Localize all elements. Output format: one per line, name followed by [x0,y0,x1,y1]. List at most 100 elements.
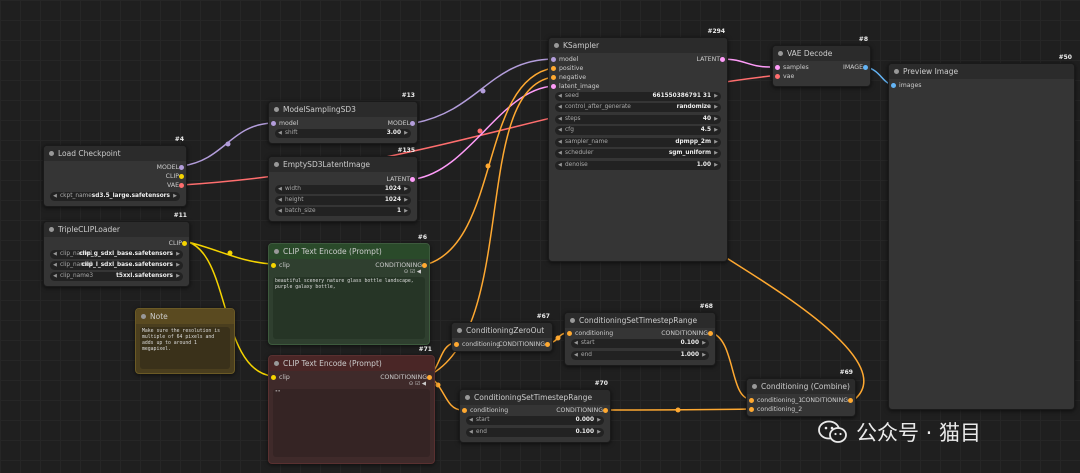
batch-size-widget[interactable]: ◀ batch_size 1 ▶ [275,207,411,216]
output-conditioning[interactable]: CONDITIONING [498,340,550,349]
node-title[interactable]: CLIP Text Encode (Prompt) [269,356,434,371]
denoise-widget[interactable]: ◀ denoise 1.00 ▶ [555,161,721,170]
cfg-widget[interactable]: ◀ cfg 4.5 ▶ [555,126,721,135]
collapse-dot-icon[interactable] [274,249,279,254]
arrow-left-icon[interactable]: ◀ [278,207,282,216]
output-latent[interactable]: LATENT [697,55,725,64]
clip-name1-widget[interactable]: ◀ clip_name1 clip_g_sdxl_base.safetensors ▶ [50,250,183,259]
input-conditioning-1[interactable]: conditioning_1 [749,396,802,405]
arrow-right-icon[interactable]: ▶ [404,207,408,216]
output-pin-icon[interactable] [410,121,415,126]
node-title[interactable]: ConditioningZeroOut [452,323,552,338]
input-pin-icon[interactable] [551,66,556,71]
arrow-right-icon[interactable]: ▶ [714,115,718,124]
arrow-left-icon[interactable]: ◀ [278,196,282,205]
output-model[interactable]: MODEL [157,163,184,172]
prompt-textarea[interactable]: "" [273,389,430,457]
node-clip-text-encode-negative[interactable]: #71 CLIP Text Encode (Prompt) clip CONDI… [268,346,435,464]
input-pin-icon[interactable] [551,75,556,80]
arrow-left-icon[interactable]: ◀ [53,192,57,201]
scheduler-widget[interactable]: ◀ scheduler sgm_uniform ▶ [555,149,721,158]
arrow-left-icon[interactable]: ◀ [278,129,282,138]
sampler-name-widget[interactable]: ◀ sampler_name dpmpp_2m ▶ [555,138,721,147]
output-clip[interactable]: CLIP [166,172,184,181]
input-pin-icon[interactable] [551,84,556,89]
arrow-left-icon[interactable]: ◀ [558,92,562,101]
node-clip-text-encode-positive[interactable]: #6 CLIP Text Encode (Prompt) clip CONDIT… [268,234,430,345]
end-widget[interactable]: ◀ end 1.000 ▶ [571,351,709,360]
arrow-right-icon[interactable]: ▶ [176,272,180,281]
output-pin-icon[interactable] [179,174,184,179]
arrow-left-icon[interactable]: ◀ [53,250,57,259]
output-conditioning[interactable]: CONDITIONING [801,396,853,405]
height-widget[interactable]: ◀ height 1024 ▶ [275,196,411,205]
output-pin-icon[interactable] [863,65,868,70]
node-vae-decode[interactable]: #8 VAE Decode samples vae IMAGE [772,36,871,87]
arrow-right-icon[interactable]: ▶ [404,129,408,138]
output-pin-icon[interactable] [179,183,184,188]
collapse-dot-icon[interactable] [894,69,899,74]
shift-widget[interactable]: ◀ shift 3.00 ▶ [275,129,411,138]
input-model[interactable]: model [271,119,298,128]
node-load-checkpoint[interactable]: #4 Load Checkpoint MODEL CLIP VAE ◀ ckpt_… [43,136,187,207]
arrow-right-icon[interactable]: ▶ [702,339,706,348]
arrow-right-icon[interactable]: ▶ [176,250,180,259]
width-widget[interactable]: ◀ width 1024 ▶ [275,185,411,194]
input-pin-icon[interactable] [749,398,754,403]
input-pin-icon[interactable] [775,74,780,79]
arrow-right-icon[interactable]: ▶ [714,149,718,158]
output-pin-icon[interactable] [427,375,432,380]
node-title[interactable]: EmptySD3LatentImage [269,157,417,172]
node-ksampler[interactable]: #294 KSampler model positive negative la… [548,28,728,262]
arrow-right-icon[interactable]: ▶ [597,428,601,437]
node-title[interactable]: KSampler [549,38,727,53]
node-title[interactable]: Load Checkpoint [44,146,186,161]
arrow-right-icon[interactable]: ▶ [714,126,718,135]
arrow-left-icon[interactable]: ◀ [53,272,57,281]
collapse-dot-icon[interactable] [141,314,146,319]
input-clip[interactable]: clip [271,261,290,270]
arrow-left-icon[interactable]: ◀ [574,339,578,348]
arrow-right-icon[interactable]: ▶ [714,103,718,112]
input-pin-icon[interactable] [271,121,276,126]
input-conditioning[interactable]: conditioning [454,340,500,349]
clip-name3-widget[interactable]: ◀ clip_name3 t5xxl.safetensors ▶ [50,272,183,281]
input-pin-icon[interactable] [567,331,572,336]
arrow-left-icon[interactable]: ◀ [469,416,473,425]
arrow-right-icon[interactable]: ▶ [173,192,177,201]
output-pin-icon[interactable] [422,263,427,268]
input-latent-image[interactable]: latent_image [551,82,599,91]
node-title[interactable]: Conditioning (Combine) [747,379,855,394]
node-empty-sd3-latent[interactable]: #135 EmptySD3LatentImage LATENT ◀ width 10… [268,147,418,222]
node-cond-timestep-range-68[interactable]: #68 ConditioningSetTimestepRange conditi… [564,303,716,366]
collapse-dot-icon[interactable] [274,361,279,366]
arrow-right-icon[interactable]: ▶ [714,161,718,170]
arrow-left-icon[interactable]: ◀ [558,161,562,170]
start-widget[interactable]: ◀ start 0.000 ▶ [466,416,604,425]
input-pin-icon[interactable] [749,407,754,412]
node-title[interactable]: ConditioningSetTimestepRange [565,313,715,328]
input-clip[interactable]: clip [271,373,290,382]
node-title[interactable]: ConditioningSetTimestepRange [460,390,610,405]
input-pin-icon[interactable] [462,408,467,413]
output-model[interactable]: MODEL [388,119,415,128]
prompt-textarea[interactable]: beautiful scenery nature glass bottle la… [273,277,425,339]
collapse-dot-icon[interactable] [465,395,470,400]
input-images[interactable]: images [891,81,922,90]
input-negative[interactable]: negative [551,73,586,82]
output-pin-icon[interactable] [720,57,725,62]
start-widget[interactable]: ◀ start 0.100 ▶ [571,339,709,348]
node-toggle-icons[interactable]: ⊙ ☑ ◀ [404,269,421,275]
node-title[interactable]: Preview Image [889,64,1074,79]
arrow-right-icon[interactable]: ▶ [714,138,718,147]
node-cond-timestep-range-70[interactable]: #70 ConditioningSetTimestepRange conditi… [459,380,611,443]
arrow-right-icon[interactable]: ▶ [404,196,408,205]
node-preview-image[interactable]: #50 Preview Image images [888,54,1075,410]
input-conditioning-2[interactable]: conditioning_2 [749,405,802,414]
collapse-dot-icon[interactable] [49,227,54,232]
arrow-right-icon[interactable]: ▶ [702,351,706,360]
node-title[interactable]: VAE Decode [773,46,870,61]
output-conditioning[interactable]: CONDITIONING [556,406,608,415]
collapse-dot-icon[interactable] [570,318,575,323]
input-pin-icon[interactable] [271,375,276,380]
